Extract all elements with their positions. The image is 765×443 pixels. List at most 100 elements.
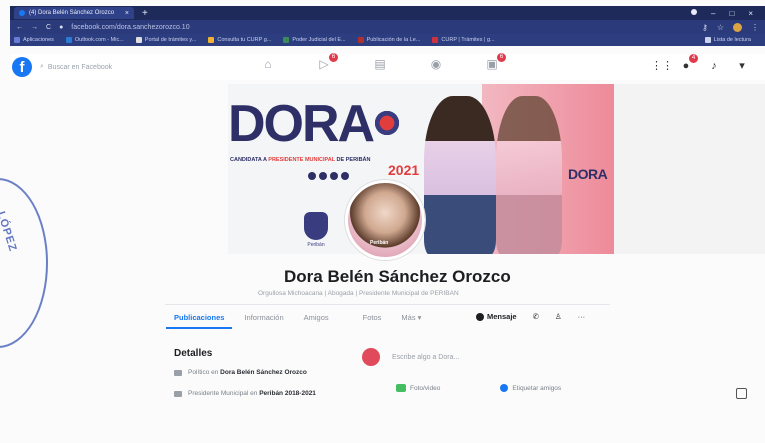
maximize-icon[interactable]: □: [729, 9, 734, 18]
bookmarks-bar: Aplicaciones Outlook.com - Mic... Portal…: [10, 34, 765, 46]
close-window-icon[interactable]: ×: [748, 9, 753, 18]
bookmark-item[interactable]: Outlook.com - Mic...: [65, 37, 124, 43]
tab-title: (4) Dora Belén Sánchez Orozco: [29, 10, 115, 16]
menu-grid-icon[interactable]: ⋮⋮: [651, 59, 673, 73]
message-button[interactable]: Mensaje: [476, 312, 517, 321]
apps-icon: [14, 37, 20, 43]
twitter-social-icon: [330, 172, 338, 180]
bookmark-item[interactable]: Aplicaciones: [14, 37, 54, 43]
cover-subtitle: CANDIDATA A PRESIDENTE MUNICIPAL DE PERI…: [230, 157, 371, 163]
bookmark-item[interactable]: Consulta tu CURP g...: [208, 37, 271, 43]
url-input[interactable]: facebook.com/dora.sanchezorozco.10: [71, 24, 694, 31]
header-right-icons: ⋮⋮ ● 4 ♪ ▾: [651, 54, 749, 73]
watch-icon[interactable]: ▷ 6: [316, 53, 338, 73]
bookmark-item[interactable]: CURP | Trámites | g...: [432, 37, 495, 43]
profile-actions: Mensaje ✆ ♙ ···: [476, 312, 585, 321]
account-dropdown-icon[interactable]: ▾: [735, 59, 749, 73]
facebook-social-icon: [308, 172, 316, 180]
profile-avatar-icon[interactable]: [733, 22, 742, 32]
tab-informacion[interactable]: Información: [244, 313, 283, 322]
edit-icon[interactable]: [736, 388, 747, 399]
call-icon[interactable]: ✆: [533, 312, 539, 321]
tag-people-icon: [500, 384, 509, 392]
tab-bar: (4) Dora Belén Sánchez Orozco × + – □ ×: [10, 6, 765, 20]
home-icon[interactable]: ⌂: [260, 57, 276, 73]
judicial-icon: [283, 37, 290, 43]
messenger-badge: 4: [689, 54, 698, 63]
briefcase-icon: [174, 390, 182, 397]
messenger-icon[interactable]: ● 4: [679, 54, 698, 73]
window-controls: – □ ×: [691, 8, 765, 18]
instagram-social-icon: [319, 172, 327, 180]
browser-tab[interactable]: (4) Dora Belén Sánchez Orozco ×: [14, 7, 134, 19]
cover-person-secondary: [496, 96, 562, 254]
key-icon[interactable]: ⚷: [702, 23, 708, 32]
menu-icon[interactable]: ⋮: [751, 23, 759, 32]
photo-video-button[interactable]: Foto/video: [396, 384, 440, 392]
curp-icon: [208, 37, 215, 43]
outlook-icon: [65, 37, 72, 43]
periban-crest-icon: [304, 212, 328, 240]
portal-icon: [135, 37, 142, 43]
notifications-icon[interactable]: ♪: [707, 59, 721, 73]
more-options-icon[interactable]: ···: [578, 312, 586, 321]
main-nav: ⌂ ▷ 6 ▤ ◉ ▣ 6: [260, 53, 506, 73]
gaming-icon[interactable]: ▣ 6: [484, 53, 506, 73]
whatsapp-social-icon: [341, 172, 349, 180]
periban-emblem: Peribán: [304, 212, 328, 252]
gaming-badge: 6: [497, 53, 506, 62]
reload-icon[interactable]: C: [46, 24, 51, 31]
side-brand: DORA: [568, 166, 608, 182]
bookmark-item[interactable]: Poder Judicial del E...: [283, 37, 346, 43]
composer-input[interactable]: Escribe algo a Dora...: [392, 354, 459, 361]
cover-person-primary: [424, 96, 496, 254]
cover-brand: DORA: [228, 95, 375, 153]
screenshot-page: LÓPEZ (4) Dora Belén Sánchez Orozco × + …: [0, 0, 765, 443]
tab-amigos[interactable]: Amigos: [304, 313, 329, 322]
tab-publicaciones[interactable]: Publicaciones: [165, 313, 233, 329]
photo-icon: [396, 384, 406, 392]
star-icon[interactable]: ☆: [717, 23, 724, 32]
bookmark-item[interactable]: Publicación de la Le...: [357, 37, 420, 43]
detail-row: Presidente Municipal en Peribán 2018-202…: [174, 390, 316, 397]
new-tab-icon[interactable]: +: [142, 8, 148, 19]
messenger-small-icon: [476, 312, 484, 321]
profile-picture[interactable]: [345, 180, 425, 260]
profile-indicator-icon[interactable]: [691, 8, 698, 15]
forward-icon[interactable]: →: [31, 24, 38, 31]
facebook-logo-icon[interactable]: f: [12, 57, 32, 77]
address-bar-icons: ⚷ ☆ ⋮: [702, 22, 759, 32]
profile-tabs: Publicaciones Información Amigos Fotos M…: [165, 313, 421, 329]
composer-actions: Foto/video Etiquetar amigos: [396, 384, 561, 392]
social-icons: [308, 172, 349, 180]
add-friend-icon[interactable]: ♙: [555, 312, 562, 321]
minimize-icon[interactable]: –: [711, 9, 715, 18]
lock-icon: ●: [59, 23, 64, 31]
groups-icon[interactable]: ◉: [428, 57, 444, 73]
details-heading: Detalles: [174, 348, 213, 359]
facebook-favicon-icon: [19, 10, 25, 16]
curp-gob-icon: [432, 37, 439, 43]
browser-window: (4) Dora Belén Sánchez Orozco × + – □ × …: [10, 6, 765, 46]
facebook-search[interactable]: ⌕ Buscar en Facebook: [40, 63, 140, 71]
marketplace-icon[interactable]: ▤: [372, 57, 388, 73]
profile-divider: [165, 304, 610, 305]
reading-list-icon: [704, 37, 711, 43]
profile-picture-label: Peribán: [370, 240, 389, 246]
publication-icon: [357, 37, 364, 43]
detail-row: Político en Dora Belén Sánchez Orozco: [174, 369, 307, 376]
bookmark-item[interactable]: Portal de trámites y...: [135, 37, 196, 43]
close-tab-icon[interactable]: ×: [125, 10, 129, 17]
search-input[interactable]: Buscar en Facebook: [48, 64, 112, 71]
back-icon[interactable]: ←: [16, 24, 23, 31]
reading-list[interactable]: Lista de lectura: [704, 37, 761, 43]
search-icon: ⌕: [40, 63, 44, 70]
stamp-seal: [0, 178, 48, 348]
address-bar: ← → C ● facebook.com/dora.sanchezorozco.…: [10, 20, 765, 34]
tab-fotos[interactable]: Fotos: [363, 313, 382, 322]
cover-side-strip: [614, 84, 765, 254]
tag-friends-button[interactable]: Etiquetar amigos: [500, 384, 561, 392]
briefcase-icon: [174, 369, 182, 376]
profile-bio: Orgullosa Michoacana | Abogada | Preside…: [258, 290, 459, 297]
tab-mas[interactable]: Más ▾: [401, 313, 421, 322]
